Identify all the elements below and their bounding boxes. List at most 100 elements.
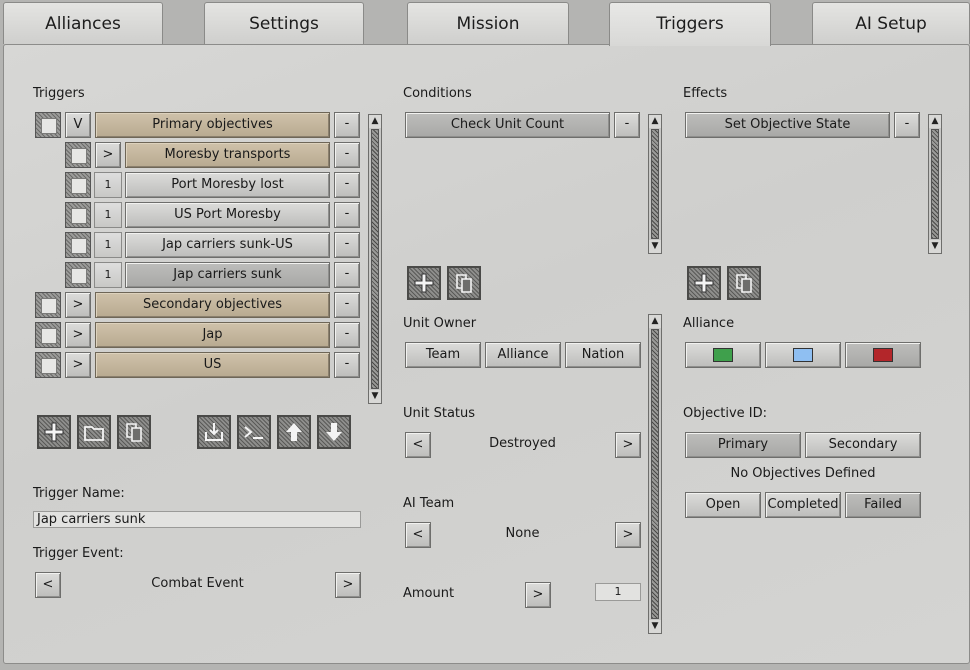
tab-alliances[interactable]: Alliances [3, 2, 163, 44]
remove-trigger-button[interactable]: - [334, 172, 360, 198]
condition-item[interactable]: Check Unit Count [405, 112, 610, 138]
status-next-button[interactable]: > [615, 432, 641, 458]
owner-nation-button[interactable]: Nation [565, 342, 641, 368]
amount-next-button[interactable]: > [525, 582, 551, 608]
trigger-item[interactable]: Secondary objectives [95, 292, 330, 318]
status-prev-button[interactable]: < [405, 432, 431, 458]
owner-team-button[interactable]: Team [405, 342, 481, 368]
remove-effect-button[interactable]: - [894, 112, 920, 138]
tab-mission[interactable]: Mission [407, 2, 569, 44]
objective-secondary-button[interactable]: Secondary [805, 432, 921, 458]
effects-scrollbar[interactable]: ▲ ▼ [928, 114, 942, 254]
event-next-button[interactable]: > [335, 572, 361, 598]
condition-params-scrollbar[interactable]: ▲ ▼ [648, 314, 662, 634]
scroll-down-arrow[interactable]: ▼ [649, 240, 661, 253]
expand-button[interactable]: > [65, 292, 91, 318]
remove-condition-button[interactable]: - [614, 112, 640, 138]
copy-condition-button[interactable] [447, 266, 481, 300]
unit-status-value: Destroyed [489, 436, 556, 451]
tab-triggers[interactable]: Triggers [609, 2, 771, 46]
scroll-down-arrow[interactable]: ▼ [369, 390, 381, 403]
remove-trigger-button[interactable]: - [334, 292, 360, 318]
add-icon [694, 273, 714, 293]
scroll-up-arrow[interactable]: ▲ [649, 315, 661, 328]
remove-trigger-button[interactable]: - [334, 142, 360, 168]
copy-icon [456, 274, 472, 293]
move-up-button[interactable] [277, 415, 311, 449]
trigger-checkbox[interactable] [65, 262, 91, 288]
objective-primary-button[interactable]: Primary [685, 432, 801, 458]
add-trigger-button[interactable] [37, 415, 71, 449]
console-button[interactable] [237, 415, 271, 449]
scroll-up-arrow[interactable]: ▲ [649, 115, 661, 128]
ai-team-next-button[interactable]: > [615, 522, 641, 548]
unit-status-label: Unit Status [403, 406, 476, 421]
add-effect-button[interactable] [687, 266, 721, 300]
trigger-item[interactable]: Jap carriers sunk-US [125, 232, 330, 258]
remove-trigger-button[interactable]: - [334, 262, 360, 288]
triggers-scrollbar[interactable]: ▲ ▼ [368, 114, 382, 404]
import-button[interactable] [197, 415, 231, 449]
scroll-thumb[interactable] [651, 329, 659, 619]
expand-button[interactable]: > [65, 352, 91, 378]
expand-button[interactable]: V [65, 112, 91, 138]
scroll-thumb[interactable] [931, 129, 939, 239]
amount-label: Amount [403, 586, 455, 601]
trigger-item[interactable]: US Port Moresby [125, 202, 330, 228]
trigger-item[interactable]: Primary objectives [95, 112, 330, 138]
owner-alliance-button[interactable]: Alliance [485, 342, 561, 368]
trigger-item[interactable]: Moresby transports [125, 142, 330, 168]
expand-button[interactable]: > [65, 322, 91, 348]
alliance-red-button[interactable] [845, 342, 921, 368]
conditions-label: Conditions [403, 86, 472, 101]
unit-owner-label: Unit Owner [403, 316, 477, 331]
scroll-thumb[interactable] [651, 129, 659, 239]
remove-trigger-button[interactable]: - [334, 202, 360, 228]
remove-trigger-button[interactable]: - [334, 112, 360, 138]
scroll-up-arrow[interactable]: ▲ [929, 115, 941, 128]
amount-input[interactable]: 1 [595, 583, 641, 601]
move-down-button[interactable] [317, 415, 351, 449]
ai-team-prev-button[interactable]: < [405, 522, 431, 548]
trigger-name-input[interactable]: Jap carriers sunk [33, 511, 361, 528]
trigger-count: 1 [94, 172, 122, 198]
add-icon [44, 422, 64, 442]
trigger-checkbox[interactable] [35, 352, 61, 378]
scroll-up-arrow[interactable]: ▲ [369, 115, 381, 128]
alliance-blue-button[interactable] [765, 342, 841, 368]
trigger-checkbox[interactable] [65, 142, 91, 168]
trigger-name-label: Trigger Name: [33, 486, 125, 501]
trigger-checkbox[interactable] [35, 112, 61, 138]
effect-item[interactable]: Set Objective State [685, 112, 890, 138]
trigger-checkbox[interactable] [65, 202, 91, 228]
tab-settings[interactable]: Settings [204, 2, 364, 44]
trigger-checkbox[interactable] [65, 232, 91, 258]
remove-trigger-button[interactable]: - [334, 352, 360, 378]
alliance-green-button[interactable] [685, 342, 761, 368]
remove-trigger-button[interactable]: - [334, 322, 360, 348]
objectives-note: No Objectives Defined [730, 466, 876, 481]
tab-ai-setup[interactable]: AI Setup [812, 2, 970, 44]
trigger-checkbox[interactable] [35, 292, 61, 318]
event-prev-button[interactable]: < [35, 572, 61, 598]
trigger-item[interactable]: Port Moresby lost [125, 172, 330, 198]
trigger-checkbox[interactable] [65, 172, 91, 198]
scroll-down-arrow[interactable]: ▼ [649, 620, 661, 633]
add-condition-button[interactable] [407, 266, 441, 300]
expand-button[interactable]: > [95, 142, 121, 168]
state-completed-button[interactable]: Completed [765, 492, 841, 518]
trigger-event-value: Combat Event [151, 576, 244, 591]
scroll-down-arrow[interactable]: ▼ [929, 240, 941, 253]
state-open-button[interactable]: Open [685, 492, 761, 518]
trigger-item[interactable]: Jap [95, 322, 330, 348]
scroll-thumb[interactable] [371, 129, 379, 389]
state-failed-button[interactable]: Failed [845, 492, 921, 518]
conditions-scrollbar[interactable]: ▲ ▼ [648, 114, 662, 254]
trigger-checkbox[interactable] [35, 322, 61, 348]
trigger-item-selected[interactable]: Jap carriers sunk [125, 262, 330, 288]
add-folder-button[interactable] [77, 415, 111, 449]
copy-trigger-button[interactable] [117, 415, 151, 449]
trigger-item[interactable]: US [95, 352, 330, 378]
remove-trigger-button[interactable]: - [334, 232, 360, 258]
copy-effect-button[interactable] [727, 266, 761, 300]
